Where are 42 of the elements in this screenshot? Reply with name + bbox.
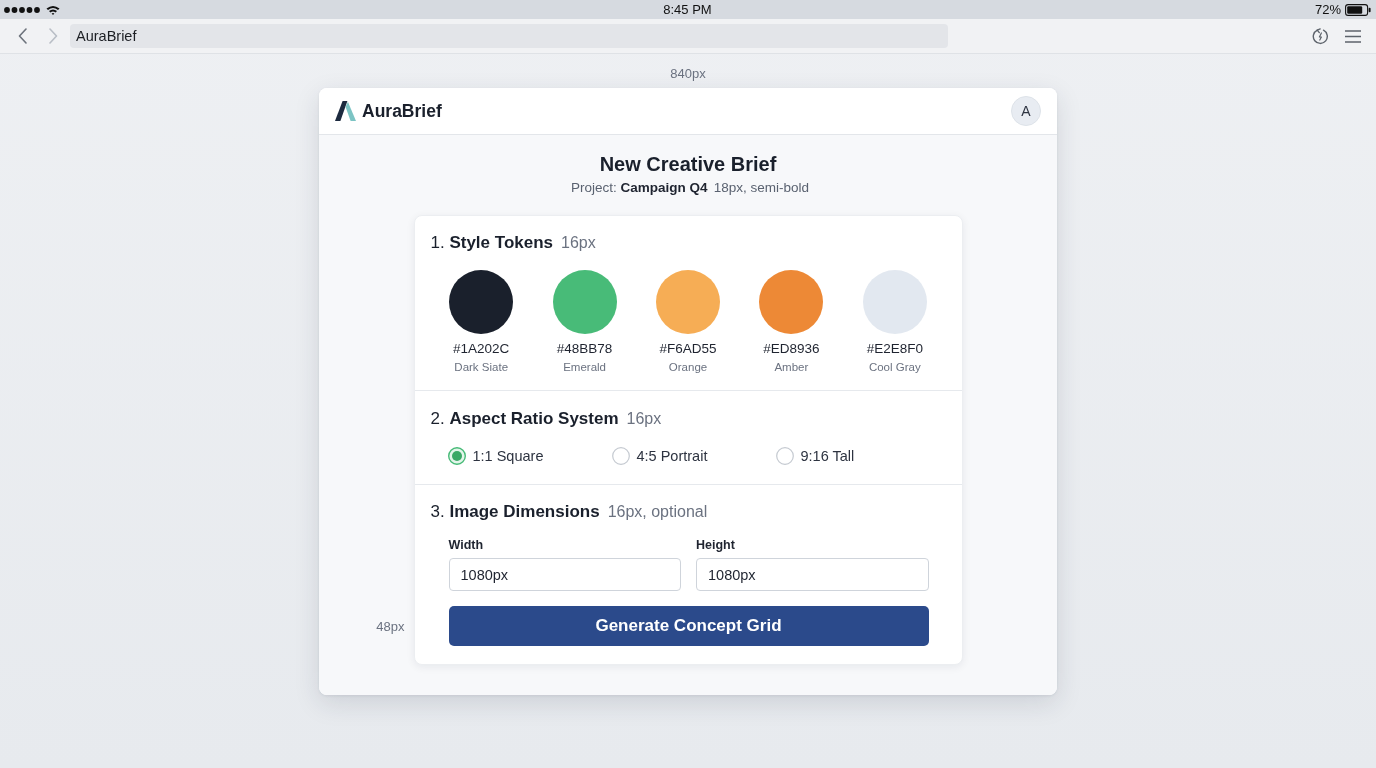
hex-code: #E2E8F0 <box>866 341 923 357</box>
logo-icon <box>335 101 356 121</box>
swatch-name: Cool Gray <box>868 360 921 374</box>
field-label: Width <box>448 537 484 553</box>
field-label: Height <box>696 537 735 553</box>
avatar[interactable]: A <box>1011 96 1041 126</box>
radio-option[interactable]: 4:5 Portrait <box>611 447 708 465</box>
hex-code: #48BB78 <box>556 341 613 357</box>
project-subtitle: Project: Campaign Q4 <box>571 180 708 196</box>
swatch-name: Dark Siate <box>454 360 509 374</box>
battery-icon <box>1345 3 1371 16</box>
size-note: 16px <box>626 409 662 429</box>
input-field[interactable]: 1080px <box>448 558 681 591</box>
signal-icon <box>4 6 40 13</box>
size-note: 16px <box>561 233 596 253</box>
hex-code: #F6AD55 <box>659 341 717 357</box>
chevron-left-icon <box>17 28 27 44</box>
menu-icon <box>1345 29 1361 43</box>
chevron-right-icon <box>48 28 58 44</box>
hex-code: #1A202C <box>453 341 510 357</box>
gap-annotation: 48px <box>376 619 405 635</box>
section-heading: 2. Aspect Ratio System <box>430 409 619 429</box>
section-heading: 1. Style Tokens <box>430 233 554 253</box>
brief-title: New Creative Brief <box>599 152 777 176</box>
size-note: 16px, optional <box>607 502 708 522</box>
size-note: 18px, semi-bold <box>713 180 809 196</box>
swatch-name: Orange <box>668 360 708 374</box>
hex-code: #ED8936 <box>763 341 820 357</box>
generate-button[interactable]: Generate Concept Grid <box>448 606 929 646</box>
radio-option[interactable]: 9:16 Tall <box>775 447 855 465</box>
status-time: 8:45 PM <box>663 2 712 17</box>
input-field[interactable]: 1080px <box>696 558 929 591</box>
wifi-icon <box>46 4 60 15</box>
width-annotation: 840px <box>670 66 706 82</box>
swatch-name: Amber <box>774 360 809 374</box>
battery-percentage: 72% <box>1314 2 1341 17</box>
swatch-name: Emerald <box>563 360 606 374</box>
section-heading: 3. Image Dimensions <box>430 502 600 522</box>
brand-name: AuraBrief <box>362 100 442 122</box>
refresh-icon <box>1311 27 1329 45</box>
radio-option[interactable]: 1:1 Square <box>447 447 544 465</box>
address-field[interactable]: AuraBrief <box>70 24 948 48</box>
